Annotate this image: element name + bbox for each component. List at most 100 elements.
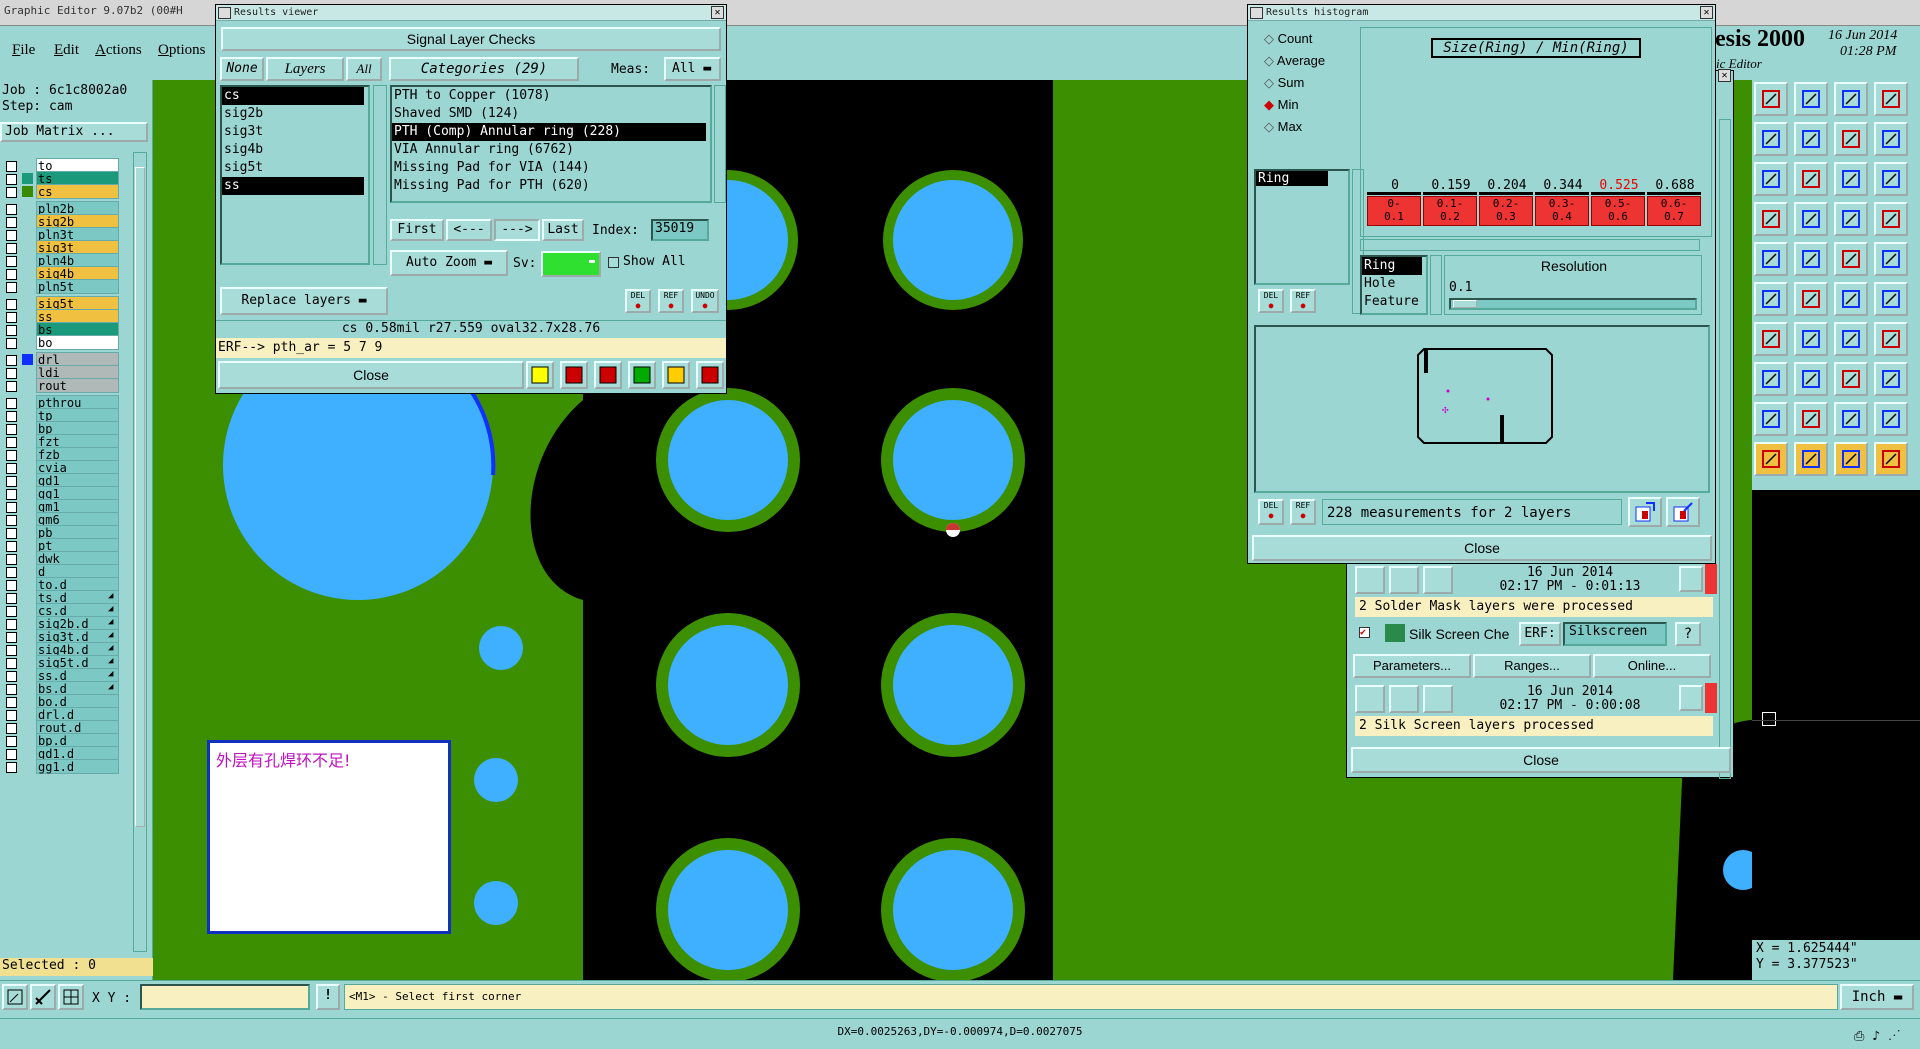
layer-checkbox[interactable]	[6, 381, 17, 392]
histogram-bin[interactable]: 0.2- 0.3	[1479, 196, 1533, 226]
stat-option-sum[interactable]: ◇ Sum	[1264, 75, 1304, 91]
window-menu-icon[interactable]	[218, 7, 231, 19]
close-icon[interactable]: ✕	[1718, 69, 1731, 82]
analysis-scrollbar[interactable]	[1719, 119, 1731, 779]
home-icon[interactable]	[1834, 82, 1868, 116]
categories-button[interactable]: Categories (29)	[389, 57, 579, 81]
rv-category-item[interactable]: PTH (Comp) Annular ring (228)	[392, 123, 706, 141]
layer-item-ring[interactable]: Ring	[1256, 171, 1328, 186]
show-all-checkbox[interactable]	[608, 257, 619, 268]
feature-hole[interactable]: Hole	[1362, 275, 1426, 293]
first-button[interactable]: First	[390, 219, 444, 241]
histogram-bin[interactable]: 0.5- 0.6	[1591, 196, 1645, 226]
silk-screen-checkbox[interactable]: ✔	[1359, 627, 1370, 638]
histogram-layer-list[interactable]: Ring	[1254, 169, 1350, 285]
run-icon[interactable]	[1355, 685, 1385, 713]
prev-button[interactable]: <---	[446, 219, 492, 241]
line-edit-icon[interactable]	[1794, 242, 1828, 276]
wide-arch-icon[interactable]	[1874, 402, 1908, 436]
next-button[interactable]: --->	[494, 219, 540, 241]
split-icon[interactable]	[1834, 362, 1868, 396]
snake-icon[interactable]	[1874, 122, 1908, 156]
feature-ring[interactable]: Ring	[1362, 257, 1422, 275]
stat-option-max[interactable]: ◇ Max	[1264, 119, 1302, 135]
speaker-icon[interactable]: ♪	[1872, 1029, 1880, 1044]
cursor-frame-icon[interactable]	[1794, 442, 1828, 476]
dashed-icon[interactable]	[1834, 242, 1868, 276]
triangle-icon[interactable]	[1754, 402, 1788, 436]
move-right-icon[interactable]	[1794, 122, 1828, 156]
stat-option-min[interactable]: ◆ Min	[1264, 97, 1299, 113]
zoom-icon[interactable]	[1679, 685, 1703, 711]
all-button[interactable]: All	[346, 57, 382, 81]
info-icon[interactable]	[526, 361, 554, 389]
preview-ref-button[interactable]: REF ●	[1290, 499, 1316, 525]
scrollbar-thumb[interactable]	[135, 167, 145, 827]
results-viewer-close-button[interactable]: Close	[218, 361, 524, 389]
index-input[interactable]: 35019	[651, 219, 709, 241]
histogram-hscrollbar[interactable]	[1360, 239, 1700, 251]
rv-category-item[interactable]: VIA Annular ring (6762)	[392, 141, 706, 159]
rv-layer-item[interactable]: ss	[222, 177, 364, 195]
layer-name[interactable]: rout	[36, 378, 119, 393]
center-icon[interactable]	[1794, 162, 1828, 196]
minus-icon[interactable]	[1794, 362, 1828, 396]
histogram-bin[interactable]: 0.6- 0.7	[1647, 196, 1701, 226]
menu-actions[interactable]: Actions	[95, 42, 142, 59]
layer-up-icon[interactable]	[1754, 82, 1788, 116]
layer-checkbox[interactable]	[6, 282, 17, 293]
slider-thumb[interactable]	[1453, 300, 1477, 308]
chart-icon[interactable]	[696, 361, 724, 389]
histogram-bin[interactable]: 0.3- 0.4	[1535, 196, 1589, 226]
radio-icon[interactable]: ◆	[1264, 97, 1278, 112]
layer-row[interactable]: pln5t	[0, 279, 153, 295]
feature-list-scrollbar[interactable]	[1430, 255, 1442, 315]
line-icon[interactable]	[1794, 322, 1828, 356]
move-left-icon[interactable]	[1754, 122, 1788, 156]
signal-layer-checks-button[interactable]: Signal Layer Checks	[221, 27, 721, 51]
stack-icon[interactable]	[1874, 362, 1908, 396]
node-icon[interactable]	[1754, 282, 1788, 316]
radio-icon[interactable]: ◇	[1264, 31, 1278, 46]
categories-listbox[interactable]: PTH to Copper (1078) Shaved SMD (124) PTH …	[390, 85, 712, 203]
layer-name[interactable]: pln5t	[36, 279, 119, 294]
erf-field[interactable]: Silkscreen	[1563, 622, 1667, 646]
arch-icon[interactable]	[1834, 402, 1868, 436]
measure-mode-icon[interactable]	[30, 984, 56, 1010]
radio-icon[interactable]: ◇	[1264, 75, 1278, 90]
report-icon[interactable]	[662, 361, 690, 389]
select-mode-icon[interactable]	[2, 984, 28, 1010]
zoom-icon[interactable]	[1679, 566, 1703, 592]
cursor-icon[interactable]	[1754, 442, 1788, 476]
cross-icon[interactable]	[1794, 282, 1828, 316]
last-button[interactable]: Last	[542, 219, 584, 241]
histogram-titlebar[interactable]: Results histogram	[1248, 5, 1715, 21]
route-icon[interactable]	[1874, 322, 1908, 356]
layer-row[interactable]: cs	[0, 184, 153, 200]
ruler-icon[interactable]	[1834, 202, 1868, 236]
import-icon[interactable]	[1666, 497, 1700, 527]
none-button[interactable]: None	[220, 57, 264, 81]
mark-icon[interactable]	[560, 361, 588, 389]
rotate-icon[interactable]	[1754, 202, 1788, 236]
layers-listbox[interactable]: cs sig2b sig3t sig4b sig5t ss	[220, 85, 370, 265]
layer-row[interactable]: rout	[0, 378, 153, 394]
clear-icon[interactable]	[594, 361, 622, 389]
help-button[interactable]: ?	[1675, 622, 1701, 646]
radio-icon[interactable]: ◇	[1264, 119, 1278, 134]
alert-icon[interactable]: !	[316, 984, 340, 1010]
layer-down-icon[interactable]	[1794, 82, 1828, 116]
layer-name[interactable]: cs	[36, 184, 119, 199]
run-icon[interactable]	[1423, 685, 1453, 713]
frame-icon[interactable]	[1874, 82, 1908, 116]
stretch-icon[interactable]	[1874, 162, 1908, 196]
grid-mode-icon[interactable]	[58, 984, 84, 1010]
pen-icon[interactable]	[1834, 282, 1868, 316]
link-icon[interactable]	[1874, 282, 1908, 316]
layers-scrollbar[interactable]	[373, 85, 387, 265]
printer-icon[interactable]: ⎙	[1854, 1029, 1864, 1044]
layers-button[interactable]: Layers	[266, 57, 344, 81]
step-icon[interactable]	[1834, 122, 1868, 156]
menu-options[interactable]: Options	[158, 42, 206, 59]
circle-icon[interactable]	[1874, 242, 1908, 276]
